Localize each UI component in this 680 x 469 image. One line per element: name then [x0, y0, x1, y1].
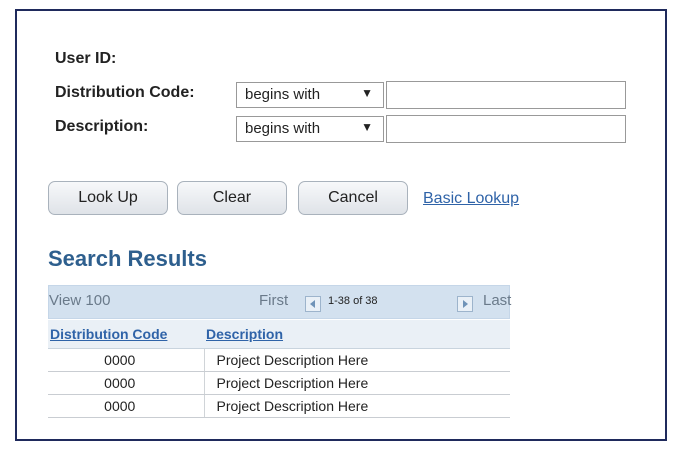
description-cell[interactable]: Project Description Here	[204, 371, 510, 395]
user-id-label: User ID:	[55, 50, 117, 67]
distribution-code-input[interactable]	[386, 81, 626, 109]
description-cell[interactable]: Project Description Here	[204, 348, 510, 372]
distribution-code-label: Distribution Code:	[55, 84, 195, 101]
search-results-title: Search Results	[48, 246, 207, 271]
table-row[interactable]: 0000 Project Description Here	[48, 394, 510, 418]
dropdown-arrow-icon: ▼	[361, 120, 373, 134]
distribution-code-column-label[interactable]: Distribution Code	[50, 326, 167, 342]
distribution-code-operator-select[interactable]: begins with ▼	[236, 82, 384, 108]
view-100-link[interactable]: View 100	[49, 292, 110, 309]
distribution-code-operator-value: begins with	[245, 86, 321, 103]
description-column-header[interactable]: Description	[204, 320, 510, 349]
cancel-button[interactable]: Cancel	[298, 181, 408, 215]
previous-arrow-icon[interactable]	[305, 296, 321, 312]
clear-button[interactable]: Clear	[177, 181, 287, 215]
description-operator-value: begins with	[245, 120, 321, 137]
basic-lookup-link[interactable]: Basic Lookup	[423, 190, 519, 208]
results-navigation-bar: View 100 First 1-38 of 38 Last	[48, 285, 511, 319]
table-row[interactable]: 0000 Project Description Here	[48, 371, 510, 395]
distribution-code-cell[interactable]: 0000	[48, 348, 205, 372]
description-operator-select[interactable]: begins with ▼	[236, 116, 384, 142]
results-range: 1-38 of 38	[328, 295, 378, 307]
dropdown-arrow-icon: ▼	[361, 86, 373, 100]
next-arrow-icon[interactable]	[457, 296, 473, 312]
distribution-code-column-header[interactable]: Distribution Code	[48, 320, 204, 349]
search-results-grid: Distribution Code Description 0000 Proje…	[48, 320, 510, 418]
first-link[interactable]: First	[259, 292, 288, 309]
description-cell[interactable]: Project Description Here	[204, 394, 510, 418]
description-column-label[interactable]: Description	[206, 326, 283, 342]
last-link[interactable]: Last	[483, 292, 511, 309]
table-row[interactable]: 0000 Project Description Here	[48, 348, 510, 372]
distribution-code-cell[interactable]: 0000	[48, 371, 205, 395]
description-label: Description:	[55, 118, 149, 135]
description-input[interactable]	[386, 115, 626, 143]
look-up-button[interactable]: Look Up	[48, 181, 168, 215]
distribution-code-cell[interactable]: 0000	[48, 394, 205, 418]
grid-header-row: Distribution Code Description	[48, 320, 510, 349]
